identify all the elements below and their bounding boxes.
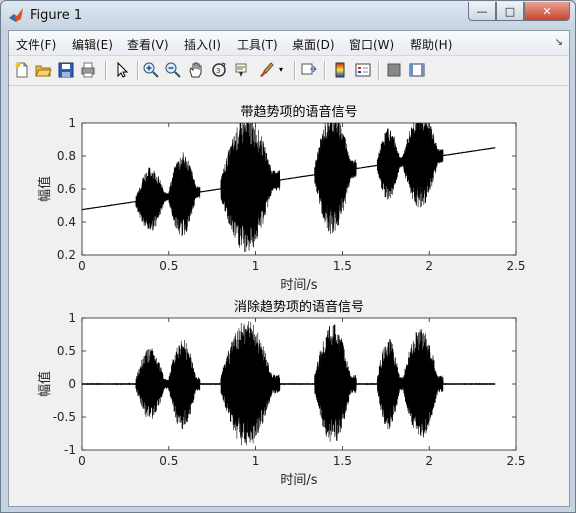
colorbar-icon[interactable] [331,61,349,79]
bottom-xtick-label: 2 [425,454,433,468]
bottom-xtick-label: 1.5 [333,454,352,468]
maximize-button[interactable]: □ [496,2,524,21]
hide-plot-tools-icon[interactable] [385,61,403,79]
menu-bar: 文件(F) 编辑(E) 查看(V) 插入(I) 工具(T) 桌面(D) 窗口(W… [9,31,569,56]
top-xtick-label: 0 [78,259,86,273]
top-xtick-label: 2 [425,259,433,273]
bottom-xtick-label: 2.5 [506,454,525,468]
top-xtick-label: 0.5 [159,259,178,273]
top-ytick-label: 1 [68,116,76,130]
link-plot-icon[interactable] [300,61,318,79]
bottom-xtick-label: 1 [252,454,260,468]
matlab-icon [9,8,23,22]
top-ytick-label: 0.8 [57,149,76,163]
rotate-3d-icon[interactable]: 3 [210,61,228,79]
bottom-y-axis-label: 幅值 [37,371,53,397]
brush-dropdown-icon[interactable]: ▾ [279,65,287,83]
menu-view[interactable]: 查看(V) [127,36,169,53]
top-x-axis-label: 时间/s [280,278,317,293]
bottom-xtick-label: 0 [78,454,86,468]
pan-icon[interactable] [187,61,205,79]
open-icon[interactable] [34,61,52,79]
top-ytick-label: 0.6 [57,182,76,196]
bottom-chart-title: 消除趋势项的语音信号 [234,299,364,315]
menu-insert[interactable]: 插入(I) [184,36,221,53]
bottom-ytick-label: 1 [68,311,76,325]
figure-toolbar: 3 ▾ [9,56,569,86]
figure-client-area: 文件(F) 编辑(E) 查看(V) 插入(I) 工具(T) 桌面(D) 窗口(W… [8,30,570,507]
menu-edit[interactable]: 编辑(E) [72,36,113,53]
plots-svg: 0 0.5 1 1.5 2 2.5 0.2 0.4 0.6 0.8 1 带趋势项的语音信号时间/s 幅值… [37,104,526,488]
svg-text:3: 3 [216,67,220,75]
bottom-ytick-label: -1 [64,443,76,457]
menu-overflow-icon[interactable]: ↘ [555,37,563,48]
top-ytick-label: 0.2 [57,248,76,262]
top-xtick-label: 2.5 [506,259,525,273]
figure-window: Figure 1 — □ ✕ 文件(F) 编辑(E) 查看(V) 插入(I) 工… [0,0,576,513]
top-axes: 0 0.5 1 1.5 2 2.5 0.2 0.4 0.6 0.8 1 带趋势项的语音信号时间/s 幅值 [37,104,526,293]
bottom-ytick-label: -0.5 [53,410,76,424]
menu-window[interactable]: 窗口(W) [349,36,394,53]
save-icon[interactable] [57,61,75,79]
close-button[interactable]: ✕ [524,2,570,21]
data-cursor-icon[interactable] [233,61,251,79]
top-y-axis-label: 幅值 [37,176,53,202]
top-xtick-label: 1.5 [333,259,352,273]
top-ytick-label: 0.4 [57,215,76,229]
bottom-ytick-label: 0 [68,377,76,391]
brush-icon[interactable] [257,61,275,79]
new-figure-icon[interactable] [13,61,31,79]
legend-icon[interactable] [354,61,372,79]
title-bar[interactable]: Figure 1 — □ ✕ [1,1,575,30]
bottom-ytick-label: 0.5 [57,344,76,358]
figure-canvas: 0 0.5 1 1.5 2 2.5 0.2 0.4 0.6 0.8 1 带趋势项的语音信号 时间/s 幅值… [9,86,569,506]
top-xtick-label: 1 [252,259,260,273]
bottom-xtick-label: 0.5 [159,454,178,468]
bottom-x-axis-label: 时间/s [280,473,317,488]
menu-help[interactable]: 帮助(H) [410,36,452,53]
menu-file[interactable]: 文件(F) [16,36,56,53]
zoom-in-icon[interactable] [142,61,160,79]
print-icon[interactable] [79,61,97,79]
window-title: Figure 1 [30,8,83,23]
show-plot-tools-icon[interactable] [408,61,426,79]
menu-desktop[interactable]: 桌面(D) [292,36,335,53]
menu-tools[interactable]: 工具(T) [237,36,278,53]
minimize-button[interactable]: — [468,2,496,21]
zoom-out-icon[interactable] [164,61,182,79]
pointer-icon[interactable] [113,61,131,79]
top-chart-title: 带趋势项的语音信号 [240,104,357,120]
bottom-axes: 0 0.5 1 1.5 2 2.5 -1 -0.5 0 0.5 1 消除趋势项的语音信号时间/s 幅值 [37,299,526,488]
